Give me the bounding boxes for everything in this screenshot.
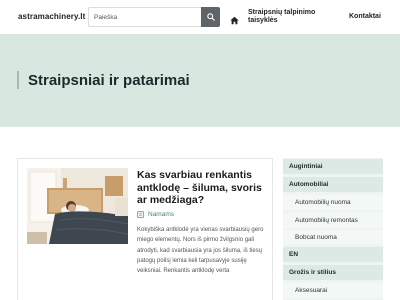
home-icon — [230, 16, 239, 25]
sidebar-item-automobiliu-remontas[interactable]: Automobilių remontas — [283, 213, 383, 228]
sidebar-item-en[interactable]: EN — [283, 247, 383, 262]
page-title: Straipsniai ir patarimai — [28, 72, 190, 89]
search-form — [88, 7, 220, 27]
sidebar-item-automobiliai[interactable]: Automobiliai — [283, 177, 383, 192]
search-button[interactable] — [201, 7, 220, 27]
nav-contact-link[interactable]: Kontaktai — [349, 13, 381, 21]
search-icon — [206, 13, 215, 21]
home-link[interactable] — [230, 12, 239, 25]
nav-rules-link[interactable]: Straipsnių talpinimo taisyklės — [248, 9, 328, 25]
sidebar-item-bobcat-nuoma[interactable]: Bobcat nuoma — [283, 230, 383, 245]
folder-icon — [137, 211, 144, 218]
article-category-link[interactable]: Namams — [137, 211, 174, 218]
article-title-link[interactable]: Kas svarbiau renkantis antklodę – šiluma… — [137, 169, 271, 207]
sidebar-item-automobiliu-nuoma[interactable]: Automobilių nuoma — [283, 195, 383, 210]
category-sidebar: Augintiniai Automobiliai Automobilių nuo… — [283, 158, 383, 300]
site-header: astramachinery.lt Straipsnių talpinimo t… — [0, 0, 400, 34]
page-banner: Straipsniai ir patarimai — [0, 34, 400, 127]
sidebar-item-augintiniai[interactable]: Augintiniai — [283, 159, 383, 174]
sidebar-item-grozis-ir-stilius[interactable]: Grožis ir stilius — [283, 265, 383, 280]
article-thumbnail[interactable] — [27, 168, 128, 244]
article-excerpt: Kokybiška antklodė yra vienas svarbiausi… — [137, 227, 264, 275]
article-category-label: Namams — [148, 211, 175, 218]
site-logo[interactable]: astramachinery.lt — [18, 12, 85, 21]
banner-accent-bar — [17, 71, 19, 89]
search-input[interactable] — [88, 7, 201, 27]
sidebar-item-aksesuarai[interactable]: Aksesuarai — [283, 283, 383, 298]
bedroom-photo-illustration — [27, 168, 128, 244]
article-card: Kas svarbiau renkantis antklodę – šiluma… — [17, 158, 273, 300]
